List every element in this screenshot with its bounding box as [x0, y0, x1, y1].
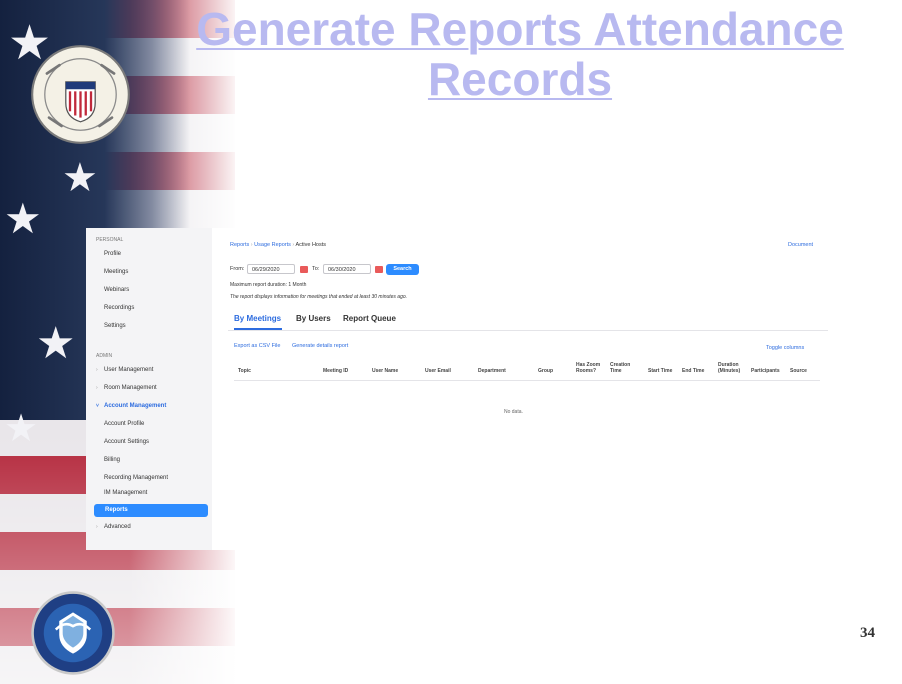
star-icon: ★	[36, 319, 76, 368]
sidebar-item-label: Reports	[105, 507, 128, 513]
generate-details-link[interactable]: Generate details report	[292, 343, 348, 349]
sidebar-item-im-management[interactable]: IM Management	[104, 490, 147, 496]
tabs-divider	[228, 330, 828, 331]
star-icon: ★	[62, 156, 98, 200]
column-start-time: Start Time	[648, 368, 673, 374]
coast-guard-seal-icon	[31, 45, 130, 144]
column-participants: Participants	[751, 368, 780, 374]
column-user-name: User Name	[372, 368, 399, 374]
star-icon: ★	[4, 195, 42, 242]
sidebar-item-recordings[interactable]: Recordings	[104, 305, 134, 311]
search-button[interactable]: Search	[386, 264, 419, 275]
toggle-columns-link[interactable]: Toggle columns	[766, 345, 804, 351]
sidebar-item-webinars[interactable]: Webinars	[104, 287, 129, 293]
tab-by-meetings[interactable]: By Meetings	[234, 314, 281, 323]
column-user-email: User Email	[425, 368, 451, 374]
sidebar-item-recording-management[interactable]: Recording Management	[104, 475, 168, 481]
chevron-right-icon: ›	[96, 524, 98, 530]
breadcrumb-usage-reports[interactable]: Usage Reports	[254, 242, 291, 248]
sidebar-item-room-management[interactable]: Room Management	[104, 385, 157, 391]
sidebar-item-account-profile[interactable]: Account Profile	[104, 421, 144, 427]
breadcrumb: Reports › Usage Reports › Active Hosts	[230, 242, 326, 248]
breadcrumb-reports[interactable]: Reports	[230, 242, 249, 248]
column-end-time: End Time	[682, 368, 705, 374]
calendar-icon[interactable]	[375, 266, 383, 273]
calendar-icon[interactable]	[300, 266, 308, 273]
document-link[interactable]: Document	[788, 242, 813, 248]
homeland-security-seal-icon	[31, 591, 115, 675]
tab-by-users[interactable]: By Users	[296, 314, 331, 323]
column-creation-time: Creation Time	[610, 362, 631, 374]
tab-report-queue[interactable]: Report Queue	[343, 314, 396, 323]
sidebar-item-settings[interactable]: Settings	[104, 323, 126, 329]
sidebar: PERSONAL Profile Meetings Webinars Recor…	[86, 228, 212, 550]
sidebar-item-billing[interactable]: Billing	[104, 457, 120, 463]
sidebar-item-meetings[interactable]: Meetings	[104, 269, 128, 275]
reports-panel: Reports › Usage Reports › Active Hosts D…	[228, 228, 828, 550]
column-duration: Duration (Minutes)	[718, 362, 741, 374]
to-date-input[interactable]: 06/30/2020	[323, 264, 371, 274]
sidebar-section-admin: ADMIN	[96, 353, 113, 359]
chevron-right-icon: ›	[96, 385, 98, 391]
breadcrumb-active-hosts: Active Hosts	[295, 242, 327, 248]
sidebar-item-account-management[interactable]: Account Management	[104, 403, 166, 409]
column-department: Department	[478, 368, 506, 374]
report-note: The report displays information for meet…	[230, 294, 408, 300]
page-number: 34	[860, 625, 875, 641]
column-meeting-id: Meeting ID	[323, 368, 349, 374]
sidebar-item-profile[interactable]: Profile	[104, 251, 121, 257]
from-date-input[interactable]: 06/29/2020	[247, 264, 295, 274]
max-duration-note: Maximum report duration: 1 Month	[230, 282, 307, 288]
sidebar-item-advanced[interactable]: Advanced	[104, 524, 131, 530]
sidebar-item-account-settings[interactable]: Account Settings	[104, 439, 149, 445]
sidebar-item-user-management[interactable]: User Management	[104, 367, 153, 373]
column-topic: Topic	[238, 368, 251, 374]
sidebar-section-personal: PERSONAL	[96, 237, 124, 243]
export-csv-link[interactable]: Export as CSV File	[234, 343, 280, 349]
column-source: Source	[790, 368, 807, 374]
chevron-down-icon: ˅	[96, 403, 99, 409]
from-label: From:	[230, 266, 245, 272]
sidebar-item-reports[interactable]: Reports	[94, 504, 208, 517]
column-group: Group	[538, 368, 553, 374]
table-header-divider	[234, 380, 820, 381]
column-has-zoom-rooms: Has Zoom Rooms?	[576, 362, 601, 374]
empty-table-message: No data.	[504, 409, 523, 415]
chevron-right-icon: ›	[96, 367, 98, 373]
to-label: To:	[312, 266, 320, 272]
slide-title: Generate Reports Attendance Records	[196, 3, 844, 105]
